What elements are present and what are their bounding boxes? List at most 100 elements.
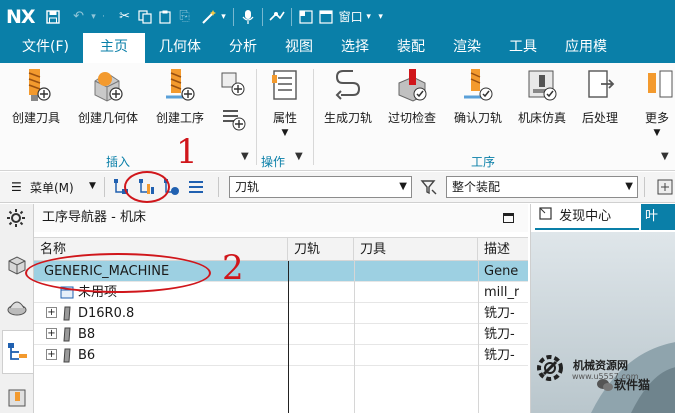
properties-button[interactable]: 属性 ▼ [268,67,302,138]
selection-filter-dropdown[interactable]: 刀轨 ▼ [229,176,412,198]
postprocess-label: 后处理 [582,111,619,125]
properties-label: 属性 [272,111,297,125]
more-dropdown-icon[interactable]: ▼ [654,128,661,138]
create-operation-button[interactable]: 创建工序 [156,67,204,131]
paste-icon[interactable] [155,7,175,27]
paste-special-icon[interactable]: ⎘ [175,7,195,27]
machine-simulation-button[interactable]: 机床仿真 [518,67,566,131]
gouge-check-button[interactable]: 过切检查 [388,67,436,131]
watermark-tag: 软件猫 [614,378,651,392]
create-geometry-label: 创建几何体 [78,111,139,125]
postprocess-icon [583,67,617,103]
insert-group-expand-icon[interactable]: ▼ [241,151,249,162]
operation-navigator-tab[interactable] [2,330,33,374]
redo-icon[interactable]: · [99,7,109,27]
toolbar-separator [104,177,105,197]
verify-toolpath-button[interactable]: 确认刀轨 [454,67,502,131]
menu-render[interactable]: 渲染 [439,33,495,63]
process-group-label: 工序 [471,155,496,169]
menu-hamburger-icon[interactable]: ☰ [11,180,22,194]
postprocess-button[interactable]: 后处理 [582,67,618,131]
settings-gear-icon[interactable] [6,208,28,230]
more-button[interactable]: 更多 ▼ [640,67,674,138]
column-header-description[interactable]: 描述 [478,238,528,262]
create-method-icon[interactable] [220,71,246,100]
generate-toolpath-label: 生成刀轨 [324,111,373,125]
machine-navigator-icon[interactable] [6,386,28,408]
wand-dropdown-icon[interactable]: ▾ [219,7,229,27]
process-group-expand-icon[interactable]: ▼ [661,151,669,162]
toolbar-separator [644,177,645,197]
menu-home[interactable]: 主页 [82,33,145,63]
column-divider [288,261,289,413]
properties-icon [268,67,302,103]
expand-icon[interactable]: + [46,307,57,318]
column-divider [478,261,479,413]
layout-icon[interactable] [296,7,316,27]
ribbon: 创建刀具 创建几何体 创建工序 插入 ▼ 属性 ▼ 操作 ▼ 生成刀轨 过切检查… [0,63,675,171]
tab-secondary[interactable]: 叶 [641,204,675,230]
menu-dropdown-icon[interactable]: ▼ [89,181,96,191]
expand-icon[interactable]: + [46,349,57,360]
undo-icon[interactable]: ↶ [69,7,89,27]
window-menu[interactable]: 窗口 [339,8,363,25]
tool-icon [63,327,71,346]
menu-view[interactable]: 视图 [271,33,327,63]
machining-method-view-icon[interactable] [187,178,205,199]
filter-icon[interactable] [420,178,438,199]
toolbar-separator [218,177,219,197]
table-row[interactable]: + B8 铣刀- [34,324,528,345]
annotation-ellipse-2 [25,253,211,293]
customize-dropdown-icon[interactable]: ▾ [375,7,387,27]
create-program-icon[interactable] [220,105,246,134]
copy-icon[interactable] [135,7,155,27]
save-icon[interactable] [43,7,63,27]
row-name: D16R0.8 [78,306,135,321]
undo-dropdown-icon[interactable]: ▾ [89,7,99,27]
create-geometry-icon [91,67,125,103]
table-row[interactable]: + D16R0.8 铣刀- [34,303,528,324]
menu-geometry[interactable]: 几何体 [145,33,215,63]
menu-tools[interactable]: 工具 [495,33,551,63]
command-finder-icon[interactable] [267,7,287,27]
assembly-scope-dropdown[interactable]: 整个装配 ▼ [446,176,638,198]
insert-group-label: 插入 [106,155,131,169]
annotation-number-1: 1 [176,132,198,172]
create-tool-icon [19,67,53,103]
wand-icon[interactable] [199,7,219,27]
maximize-icon[interactable] [503,213,514,223]
window-icon[interactable] [316,7,336,27]
column-header-tool[interactable]: 刀具 [354,238,478,262]
column-divider [354,261,355,413]
properties-dropdown-icon[interactable]: ▼ [282,128,289,138]
title-bar: NX ↶ ▾ · ✂ ⎘ ▾ 窗口 ▾ ▾ [0,0,675,33]
tab-discovery-center[interactable]: 发现中心 [535,204,639,230]
chevron-down-icon: ▼ [399,181,407,192]
window-dropdown-icon[interactable]: ▾ [363,7,375,27]
more-icon [640,67,674,103]
menu-analysis[interactable]: 分析 [215,33,271,63]
annotation-circle-1 [124,171,170,203]
menu-button-label[interactable]: 菜单(M) [30,179,74,196]
create-geometry-button[interactable]: 创建几何体 [78,67,138,131]
generate-toolpath-button[interactable]: 生成刀轨 [324,67,372,131]
menu-assembly[interactable]: 装配 [383,33,439,63]
part-navigator-icon[interactable] [6,296,28,318]
snap-icon[interactable] [656,178,674,199]
secondary-toolbar: ☰ 菜单(M) ▼ 刀轨 ▼ 整个装配 ▼ [0,172,675,203]
table-row[interactable]: + B6 铣刀- [34,345,528,366]
row-description: Gene [484,264,519,279]
cut-icon[interactable]: ✂ [115,7,135,27]
menu-select[interactable]: 选择 [327,33,383,63]
operations-group-expand-icon[interactable]: ▼ [295,151,303,162]
menu-applications[interactable]: 应用模 [551,33,607,63]
discovery-icon [539,204,555,230]
microphone-icon[interactable] [238,7,258,27]
expand-icon[interactable]: + [46,328,57,339]
group-separator [256,69,257,165]
create-tool-button[interactable]: 创建刀具 [12,67,60,131]
gouge-check-label: 过切检查 [388,111,437,125]
verify-toolpath-label: 确认刀轨 [454,111,503,125]
menu-file[interactable]: 文件(F) [0,33,83,63]
column-header-toolpath[interactable]: 刀轨 [288,238,354,262]
